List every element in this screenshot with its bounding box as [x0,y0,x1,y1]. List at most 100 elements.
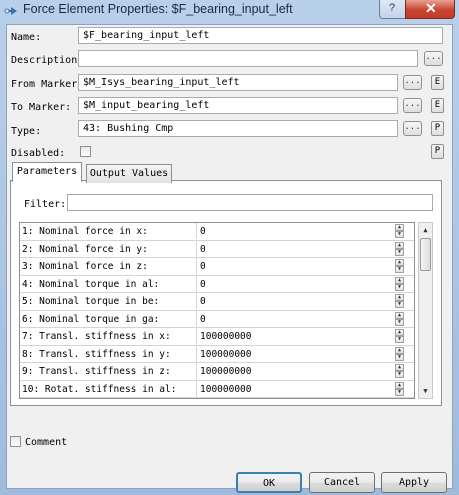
to-marker-browse-button[interactable]: ... [403,98,422,113]
to-marker-field[interactable]: $M_input_bearing_left [78,97,398,114]
parameter-value: 0 [200,261,206,272]
spin-up-icon[interactable]: ▲ [395,364,404,371]
type-parameters-button[interactable]: P [431,121,444,136]
parameter-name: 5: Nominal torque in be: [22,296,160,307]
spin-up-icon[interactable]: ▲ [395,259,404,266]
disabled-label: Disabled: [11,148,66,159]
table-scrollbar[interactable]: ▲ ▼ [418,222,433,399]
spin-up-icon[interactable]: ▲ [395,329,404,336]
comment-checkbox[interactable] [10,436,21,447]
parameter-value-field[interactable]: 0 ▲ ▼ [196,275,404,292]
spin-down-icon[interactable]: ▼ [395,301,404,308]
help-button[interactable]: ? [379,0,407,19]
table-row[interactable]: 6: Nominal torque in ga: 0 ▲ ▼ [20,310,414,328]
value-spinner[interactable]: ▲ ▼ [395,311,404,326]
table-row[interactable]: 8: Transl. stiffness in y: 100000000 ▲ ▼ [20,345,414,363]
value-spinner[interactable]: ▲ ▼ [395,381,404,396]
parameter-value-field[interactable]: 0 ▲ ▼ [196,223,404,239]
table-row[interactable]: 10: Rotat. stiffness in al: 100000000 ▲ ▼ [20,380,414,398]
table-row[interactable]: 9: Transl. stiffness in z: 100000000 ▲ ▼ [20,363,414,381]
name-field[interactable]: $F_bearing_input_left [78,27,443,44]
parameter-value: 0 [200,243,206,255]
parameter-name: 4: Nominal torque in al: [22,278,160,290]
from-marker-browse-button[interactable]: ... [403,75,422,90]
spin-up-icon[interactable]: ▲ [395,241,404,249]
from-marker-field[interactable]: $M_Isys_bearing_input_left [78,74,398,91]
parameter-value-field[interactable]: 0 ▲ ▼ [196,258,404,274]
table-row[interactable]: 4: Nominal torque in al: 0 ▲ ▼ [20,275,414,293]
to-marker-edit-button[interactable]: E [431,98,444,113]
parameter-value-field[interactable]: 0 ▲ ▼ [196,293,404,309]
title-bar[interactable]: Force Element Properties: $F_bearing_inp… [0,0,459,24]
parameter-name: 7: Transl. stiffness in x: [22,331,171,342]
spin-down-icon[interactable]: ▼ [395,371,404,378]
parameter-value: 100000000 [200,348,252,360]
parameter-value-field[interactable]: 100000000 ▲ ▼ [196,328,404,344]
spin-down-icon[interactable]: ▼ [395,266,404,273]
close-icon: ✕ [425,0,437,16]
parameter-value: 0 [200,296,206,307]
type-field[interactable]: 43: Bushing Cmp [78,120,398,137]
parameter-name: 10: Rotat. stiffness in al: [22,383,177,395]
table-row[interactable]: 5: Nominal torque in be: 0 ▲ ▼ [20,293,414,311]
parameter-value: 100000000 [200,366,252,377]
disabled-parameters-button[interactable]: P [431,144,444,159]
table-row[interactable]: 2: Nominal force in y: 0 ▲ ▼ [20,240,414,258]
table-row[interactable]: 7: Transl. stiffness in x: 100000000 ▲ ▼ [20,328,414,346]
spin-up-icon[interactable]: ▲ [395,311,404,319]
parameter-value-field[interactable]: 0 ▲ ▼ [196,310,404,327]
dialog-window: Force Element Properties: $F_bearing_inp… [0,0,459,495]
scroll-down-icon[interactable]: ▼ [419,384,432,398]
spin-down-icon[interactable]: ▼ [395,231,404,238]
tab-parameters[interactable]: Parameters [12,162,82,182]
spin-up-icon[interactable]: ▲ [395,346,404,354]
spin-down-icon[interactable]: ▼ [395,318,404,326]
comment-label: Comment [25,437,68,448]
help-icon: ? [389,2,396,14]
disabled-checkbox[interactable] [80,146,91,157]
spin-up-icon[interactable]: ▲ [395,294,404,301]
scrollbar-thumb[interactable] [420,238,431,271]
value-spinner[interactable]: ▲ ▼ [395,346,404,361]
parameter-value-field[interactable]: 100000000 ▲ ▼ [196,345,404,362]
parameter-name: 3: Nominal force in z: [22,261,148,272]
parameter-name: 9: Transl. stiffness in z: [22,366,171,377]
value-spinner[interactable]: ▲ ▼ [395,329,404,343]
parameter-value-field[interactable]: 100000000 ▲ ▼ [196,380,404,397]
value-spinner[interactable]: ▲ ▼ [395,276,404,291]
spin-up-icon[interactable]: ▲ [395,381,404,389]
type-label: Type: [11,126,42,137]
cancel-button[interactable]: Cancel [309,472,375,493]
scroll-up-icon[interactable]: ▲ [419,223,432,237]
parameter-value-field[interactable]: 100000000 ▲ ▼ [196,363,404,379]
spin-down-icon[interactable]: ▼ [395,283,404,291]
spin-down-icon[interactable]: ▼ [395,388,404,396]
spin-down-icon[interactable]: ▼ [395,353,404,361]
table-row[interactable]: 3: Nominal force in z: 0 ▲ ▼ [20,258,414,276]
spin-up-icon[interactable]: ▲ [395,276,404,284]
filter-field[interactable] [67,194,433,211]
spin-down-icon[interactable]: ▼ [395,248,404,256]
apply-button[interactable]: Apply [381,472,447,493]
to-marker-label: To Marker: [11,102,72,113]
parameter-name: 1: Nominal force in x: [22,226,148,237]
ok-button[interactable]: OK [236,472,302,493]
spin-up-icon[interactable]: ▲ [395,224,404,231]
description-field[interactable] [78,50,418,67]
from-marker-edit-button[interactable]: E [431,75,444,90]
value-spinner[interactable]: ▲ ▼ [395,224,404,238]
from-marker-label: From Marker: [11,79,84,90]
filter-label: Filter: [24,199,67,210]
table-row[interactable]: 1: Nominal force in x: 0 ▲ ▼ [20,223,414,241]
description-browse-button[interactable]: ... [424,51,443,66]
value-spinner[interactable]: ▲ ▼ [395,364,404,378]
value-spinner[interactable]: ▲ ▼ [395,294,404,308]
tab-output-values[interactable]: Output Values [86,164,172,183]
value-spinner[interactable]: ▲ ▼ [395,241,404,256]
parameter-name: 6: Nominal torque in ga: [22,313,160,325]
type-browse-button[interactable]: ... [403,121,422,136]
value-spinner[interactable]: ▲ ▼ [395,259,404,273]
parameter-value-field[interactable]: 0 ▲ ▼ [196,240,404,257]
close-button[interactable]: ✕ [405,0,455,19]
spin-down-icon[interactable]: ▼ [395,336,404,343]
